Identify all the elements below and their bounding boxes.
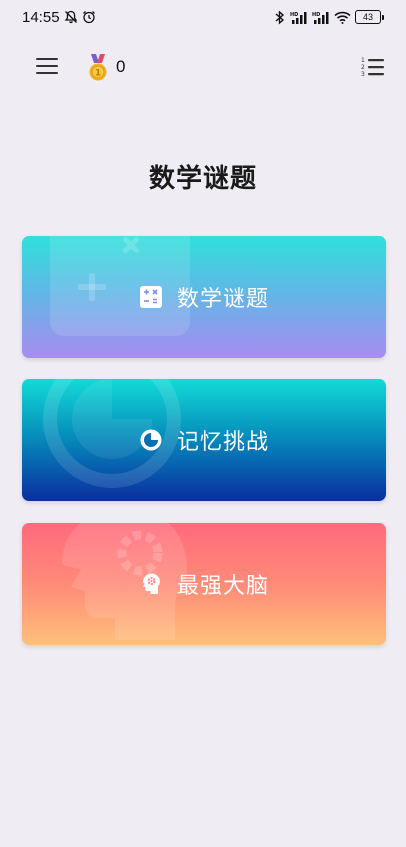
svg-text:HD: HD xyxy=(312,12,320,18)
signal-icon: HD xyxy=(290,11,308,24)
battery-indicator: 43 xyxy=(355,10,384,24)
page-title: 数学谜题 xyxy=(148,164,257,194)
signal-icon-2: HD xyxy=(312,11,330,24)
timer-icon xyxy=(140,429,162,451)
memory-challenge-label: 记忆挑战 xyxy=(176,430,269,455)
math-puzzle-card[interactable]: 数学谜题 xyxy=(22,236,386,358)
alarm-clock-icon xyxy=(82,10,96,24)
hamburger-menu-icon[interactable] xyxy=(36,58,58,76)
status-time: 14:55 xyxy=(22,8,60,26)
medal-icon: 1 xyxy=(89,54,107,81)
svg-text:HD: HD xyxy=(290,12,298,18)
calculator-icon xyxy=(139,286,162,308)
numbered-list-icon[interactable]: 1 2 3 xyxy=(360,56,386,78)
wifi-icon xyxy=(334,11,351,24)
svg-text:2: 2 xyxy=(361,64,365,71)
brain-gear-icon xyxy=(142,573,160,594)
svg-text:1: 1 xyxy=(361,57,365,64)
app-bar: 1 0 1 2 3 xyxy=(0,48,406,88)
strongest-brain-label: 最强大脑 xyxy=(176,574,269,599)
bluetooth-icon xyxy=(274,9,286,25)
battery-level: 43 xyxy=(355,10,381,24)
svg-text:1: 1 xyxy=(95,69,101,79)
memory-challenge-card[interactable]: 记忆挑战 xyxy=(22,379,386,501)
notifications-muted-icon xyxy=(64,10,78,24)
strongest-brain-card[interactable]: 最强大脑 xyxy=(22,523,386,645)
math-puzzle-label: 数学谜题 xyxy=(176,287,269,312)
score-count: 0 xyxy=(116,57,126,76)
status-bar: 14:55 HD HD 43 xyxy=(0,0,406,34)
svg-text:3: 3 xyxy=(361,71,365,78)
